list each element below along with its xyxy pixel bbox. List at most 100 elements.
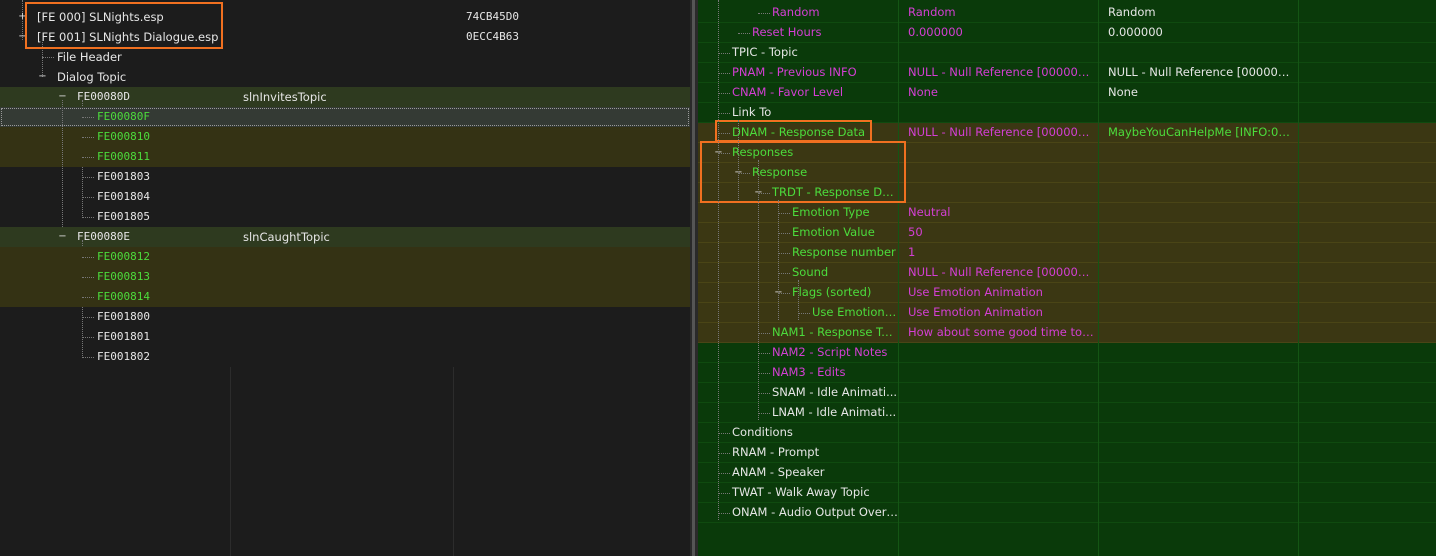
tree-item-file-0[interactable]: + [FE 000] SLNights.esp 74CB45D0	[0, 7, 690, 27]
field-value-main[interactable]	[908, 423, 1094, 442]
field-value-main[interactable]: Neutral	[908, 203, 1094, 222]
tree-item-info[interactable]: FE001803	[0, 167, 690, 187]
field-value-main[interactable]	[908, 403, 1094, 422]
field-value-main[interactable]: NULL - Null Reference [00000000]	[908, 123, 1094, 142]
field-value-main[interactable]: 0.000000	[908, 23, 1094, 42]
field-value-compare[interactable]	[1108, 503, 1296, 522]
field-row[interactable]: Sound NULL - Null Reference [00000000]	[698, 263, 1436, 283]
field-row[interactable]: Random Random Random	[698, 3, 1436, 23]
field-row[interactable]: NAM1 - Response Text How about some good …	[698, 323, 1436, 343]
collapse-icon[interactable]: −	[18, 32, 27, 42]
field-value-compare[interactable]: Random	[1108, 3, 1296, 22]
field-row[interactable]: RNAM - Prompt	[698, 443, 1436, 463]
field-value-compare[interactable]: MaybeYouCanHelpMe [INFO:00...	[1108, 123, 1296, 142]
field-row[interactable]: − Response	[698, 163, 1436, 183]
field-value-main[interactable]	[908, 363, 1094, 382]
field-value-compare[interactable]	[1108, 203, 1296, 222]
field-value-compare[interactable]	[1108, 403, 1296, 422]
tree-item-info[interactable]: FE00080F	[0, 107, 690, 127]
field-row[interactable]: Use Emotion ... Use Emotion Animation	[698, 303, 1436, 323]
field-value-compare[interactable]	[1108, 443, 1296, 462]
tree-item-info[interactable]: FE001801	[0, 327, 690, 347]
field-value-compare[interactable]	[1108, 103, 1296, 122]
field-value-main[interactable]	[908, 443, 1094, 462]
field-value-compare[interactable]	[1108, 343, 1296, 362]
field-value-main[interactable]: How about some good time tog...	[908, 323, 1094, 342]
field-value-compare[interactable]	[1108, 363, 1296, 382]
tree-item-info[interactable]: FE000814	[0, 287, 690, 307]
field-value-compare[interactable]	[1108, 43, 1296, 62]
collapse-icon[interactable]: −	[38, 72, 47, 82]
field-value-main[interactable]	[908, 143, 1094, 162]
field-row[interactable]: − TRDT - Response Data	[698, 183, 1436, 203]
field-value-main[interactable]: 50	[908, 223, 1094, 242]
tree-item-info[interactable]: FE001805	[0, 207, 690, 227]
field-row[interactable]: CNAM - Favor Level None None	[698, 83, 1436, 103]
tree-item-info[interactable]: FE000810	[0, 127, 690, 147]
field-value-main[interactable]	[908, 463, 1094, 482]
field-row[interactable]: − Responses	[698, 143, 1436, 163]
field-value-compare[interactable]	[1108, 323, 1296, 342]
field-value-compare[interactable]	[1108, 263, 1296, 282]
field-value-compare[interactable]	[1108, 243, 1296, 262]
field-value-compare[interactable]	[1108, 283, 1296, 302]
field-row[interactable]: TWAT - Walk Away Topic	[698, 483, 1436, 503]
field-value-compare[interactable]	[1108, 143, 1296, 162]
field-value-main[interactable]	[908, 43, 1094, 62]
field-value-main[interactable]	[908, 343, 1094, 362]
field-row[interactable]: Emotion Value 50	[698, 223, 1436, 243]
field-row[interactable]: Response number 1	[698, 243, 1436, 263]
tree-item-dialog-topic[interactable]: − Dialog Topic	[0, 67, 690, 87]
field-value-compare[interactable]	[1108, 303, 1296, 322]
field-value-compare[interactable]	[1108, 423, 1296, 442]
field-value-main[interactable]: Random	[908, 3, 1094, 22]
field-value-compare[interactable]	[1108, 183, 1296, 202]
field-value-main[interactable]: NULL - Null Reference [00000000]	[908, 263, 1094, 282]
field-row[interactable]: SNAM - Idle Animati...	[698, 383, 1436, 403]
tree-item-info[interactable]: FE000812	[0, 247, 690, 267]
tree-item-topic[interactable]: − FE00080E slnCaughtTopic	[0, 227, 690, 247]
field-value-main[interactable]: 1	[908, 243, 1094, 262]
field-row[interactable]: DNAM - Response Data NULL - Null Referenc…	[698, 123, 1436, 143]
record-tree-pane[interactable]: + [FE 000] SLNights.esp 74CB45D0 − [FE 0…	[0, 0, 690, 556]
field-value-main[interactable]: Use Emotion Animation	[908, 283, 1094, 302]
field-row[interactable]: ANAM - Speaker	[698, 463, 1436, 483]
field-value-compare[interactable]	[1108, 163, 1296, 182]
field-row[interactable]: NAM2 - Script Notes	[698, 343, 1436, 363]
tree-item-topic[interactable]: − FE00080D slnInvitesTopic	[0, 87, 690, 107]
field-row[interactable]: Emotion Type Neutral	[698, 203, 1436, 223]
field-value-compare[interactable]	[1108, 223, 1296, 242]
tree-item-info[interactable]: FE001800	[0, 307, 690, 327]
field-value-compare[interactable]: 0.000000	[1108, 23, 1296, 42]
field-row[interactable]: − Flags (sorted) Use Emotion Animation	[698, 283, 1436, 303]
field-row[interactable]: Reset Hours 0.000000 0.000000	[698, 23, 1436, 43]
field-value-compare[interactable]	[1108, 463, 1296, 482]
field-value-main[interactable]	[908, 383, 1094, 402]
tree-item-info[interactable]: FE001802	[0, 347, 690, 367]
field-value-compare[interactable]	[1108, 483, 1296, 502]
field-row[interactable]: PNAM - Previous INFO NULL - Null Referenc…	[698, 63, 1436, 83]
field-value-compare[interactable]: NULL - Null Reference [00000000]	[1108, 63, 1296, 82]
record-view-pane[interactable]: Random Random Random Reset Hours 0.000000 0.0…	[698, 0, 1436, 556]
field-value-main[interactable]: NULL - Null Reference [00000000]	[908, 63, 1094, 82]
field-row[interactable]: ONAM - Audio Output Overr...	[698, 503, 1436, 523]
tree-item-info[interactable]: FE000813	[0, 267, 690, 287]
field-value-compare[interactable]	[1108, 383, 1296, 402]
expand-icon[interactable]: +	[18, 12, 27, 22]
tree-item-info[interactable]: FE001804	[0, 187, 690, 207]
field-row[interactable]: LNAM - Idle Animati...	[698, 403, 1436, 423]
field-row[interactable]: TPIC - Topic	[698, 43, 1436, 63]
tree-item-info[interactable]: FE000811	[0, 147, 690, 167]
tree-item-file-1[interactable]: − [FE 001] SLNights Dialogue.esp 0ECC4B6…	[0, 27, 690, 47]
field-value-main[interactable]: None	[908, 83, 1094, 102]
field-value-main[interactable]	[908, 103, 1094, 122]
field-row[interactable]: NAM3 - Edits	[698, 363, 1436, 383]
field-value-main[interactable]	[908, 183, 1094, 202]
pane-splitter[interactable]	[690, 0, 698, 556]
field-value-main[interactable]	[908, 503, 1094, 522]
field-value-main[interactable]	[908, 483, 1094, 502]
field-value-main[interactable]: Use Emotion Animation	[908, 303, 1094, 322]
field-row[interactable]: Conditions	[698, 423, 1436, 443]
field-value-compare[interactable]: None	[1108, 83, 1296, 102]
tree-item-file-header[interactable]: File Header	[0, 47, 690, 67]
